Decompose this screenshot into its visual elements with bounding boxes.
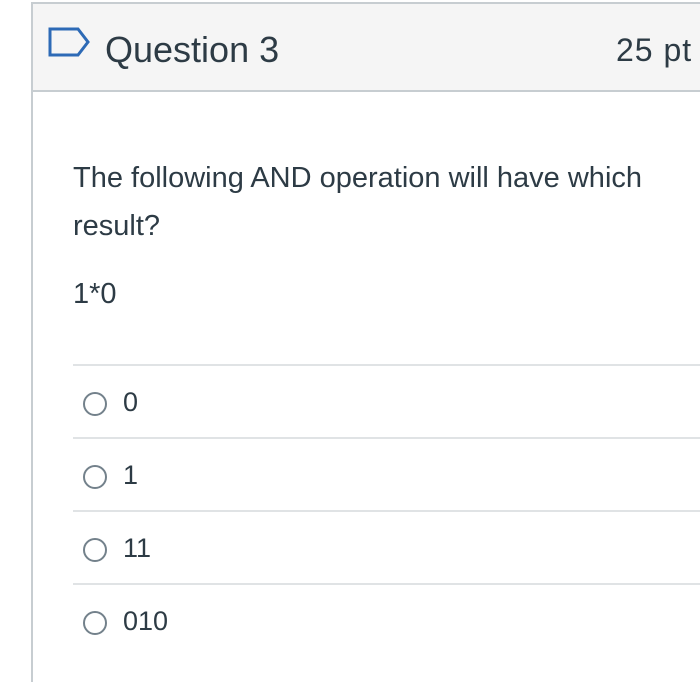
answer-label: 010	[123, 606, 169, 636]
radio-button[interactable]	[83, 392, 107, 416]
radio-button[interactable]	[83, 611, 107, 635]
answer-label: 1	[123, 460, 139, 490]
question-expression: 1*0	[73, 278, 117, 310]
answer-option-0[interactable]: 0	[73, 364, 700, 437]
answer-option-010[interactable]: 010	[73, 583, 700, 656]
answer-label: 11	[123, 533, 152, 563]
answer-option-11[interactable]: 11	[73, 510, 700, 583]
flag-icon[interactable]	[48, 27, 90, 57]
answer-label: 0	[123, 387, 139, 417]
question-title: Question 3	[105, 29, 280, 70]
question-points: 25 pt	[616, 32, 693, 68]
radio-button[interactable]	[83, 465, 107, 489]
answer-list: 0 1 11 010	[73, 364, 700, 656]
question-header: Question 3 25 pt	[33, 4, 700, 92]
radio-button[interactable]	[83, 538, 107, 562]
answer-option-1[interactable]: 1	[73, 437, 700, 510]
question-card: Question 3 25 pt The following AND opera…	[31, 2, 700, 682]
question-text: The following AND operation will have wh…	[73, 162, 643, 242]
